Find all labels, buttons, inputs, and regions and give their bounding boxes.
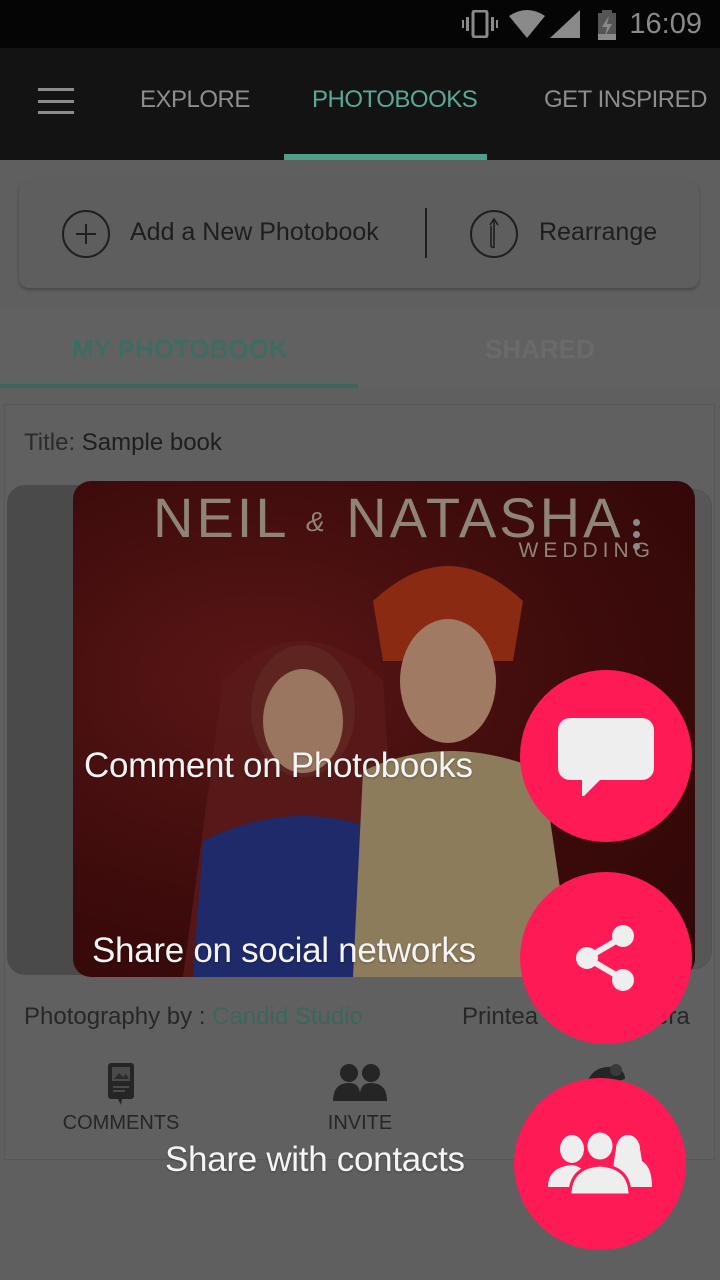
- sub-tab-indicator: [0, 384, 358, 388]
- photography-credit: Photography by : Candid Studio: [24, 1003, 363, 1031]
- cover-name-left: NEIL: [153, 486, 288, 549]
- printed-credit: Printea: [462, 1003, 538, 1031]
- share-social-label[interactable]: Share on social networks: [92, 931, 476, 971]
- photobook-sub-tabs: MY PHOTOBOOK SHARED: [0, 308, 720, 388]
- printed-label: Printea: [462, 1003, 539, 1030]
- share-contacts-fab-button[interactable]: [514, 1078, 686, 1250]
- plus-circle-icon: [62, 210, 110, 258]
- invite-button[interactable]: INVITE: [300, 1061, 420, 1135]
- status-time: 16:09: [629, 8, 702, 40]
- tab-my-photobook[interactable]: MY PHOTOBOOK: [72, 334, 288, 365]
- add-photobook-label: Add a New Photobook: [130, 218, 379, 246]
- book-title-value: Sample book: [81, 429, 222, 456]
- contacts-group-icon: [548, 1131, 652, 1197]
- photobook-actions-card: Add a New Photobook Rearrange: [19, 180, 699, 288]
- invite-people-icon: [333, 1064, 387, 1101]
- tab-get-inspired[interactable]: GET INSPIRED: [544, 86, 707, 114]
- rearrange-arrows-icon: [470, 210, 518, 258]
- more-options-icon[interactable]: [633, 519, 641, 555]
- comment-fab-button[interactable]: [520, 670, 692, 842]
- app-bar: EXPLORE PHOTOBOOKS GET INSPIRED: [0, 48, 720, 160]
- tab-explore[interactable]: EXPLORE: [140, 86, 250, 114]
- comment-on-photobooks-label[interactable]: Comment on Photobooks: [84, 746, 473, 786]
- hamburger-menu-icon[interactable]: [38, 88, 74, 114]
- comments-button[interactable]: COMMENTS: [61, 1061, 181, 1135]
- wifi-icon: [509, 10, 545, 38]
- vibrate-icon: [462, 10, 498, 38]
- book-title: Title: Sample book: [24, 429, 222, 457]
- share-contacts-label[interactable]: Share with contacts: [165, 1140, 465, 1180]
- comment-bubble-icon: [558, 718, 654, 796]
- tab-shared[interactable]: SHARED: [485, 334, 595, 365]
- photography-studio-link[interactable]: Candid Studio: [212, 1003, 363, 1030]
- comments-label: COMMENTS: [62, 1112, 180, 1134]
- share-social-fab-button[interactable]: [520, 872, 692, 1044]
- comments-book-icon: [108, 1063, 134, 1105]
- tab-photobooks[interactable]: PHOTOBOOKS: [312, 86, 478, 114]
- share-icon: [576, 925, 634, 991]
- book-title-label: Title:: [24, 429, 76, 456]
- status-bar: 16:09: [0, 0, 720, 48]
- rearrange-label: Rearrange: [539, 218, 658, 246]
- invite-label: INVITE: [327, 1112, 393, 1134]
- battery-charging-icon: [598, 10, 616, 40]
- divider: [425, 208, 427, 258]
- cover-ampersand: &: [305, 506, 328, 538]
- photography-label: Photography by :: [24, 1003, 206, 1030]
- active-tab-indicator: [284, 154, 487, 160]
- photobooks-screen: 16:09 EXPLORE PHOTOBOOKS GET INSPIRED Ad…: [0, 0, 720, 1280]
- signal-icon: [550, 10, 580, 38]
